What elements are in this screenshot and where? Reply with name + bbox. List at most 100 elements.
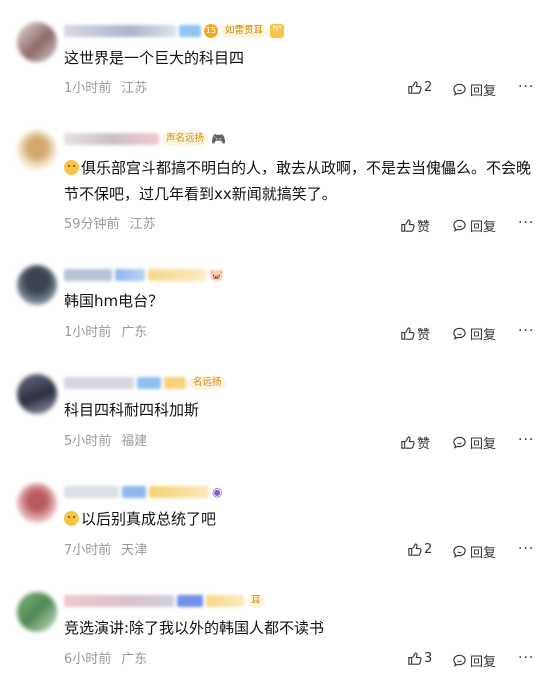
username-blurred bbox=[64, 486, 119, 498]
like-count: 3 bbox=[424, 651, 433, 666]
username-row[interactable]: 名远扬 bbox=[64, 374, 226, 392]
smile-emoji-icon bbox=[64, 511, 79, 526]
reply-label: 回复 bbox=[470, 546, 497, 561]
reply-button[interactable]: 回复 bbox=[452, 542, 496, 561]
like-count: 2 bbox=[424, 542, 433, 557]
username-blurred bbox=[64, 133, 159, 145]
honor-badge-blurred bbox=[149, 486, 209, 498]
reply-label: 回复 bbox=[470, 655, 497, 670]
more-options-button[interactable]: ··· bbox=[518, 541, 534, 557]
comment-text: 科目四科耐四科加斯 bbox=[64, 401, 200, 419]
username-row[interactable]: 耳 bbox=[64, 592, 265, 610]
like-button[interactable]: 2 bbox=[407, 542, 432, 557]
like-label: 赞 bbox=[417, 328, 431, 343]
username-row[interactable]: 🐷 bbox=[64, 266, 224, 284]
avatar[interactable] bbox=[17, 483, 57, 523]
username-blurred bbox=[64, 25, 176, 37]
reply-label: 回复 bbox=[470, 84, 497, 99]
ip-location: 广东 bbox=[121, 325, 148, 340]
timestamp: 5小时前 bbox=[64, 434, 112, 449]
comment-meta: 5小时前 福建 bbox=[64, 433, 147, 451]
like-button[interactable]: 3 bbox=[407, 651, 432, 666]
fan-badge-blurred bbox=[115, 269, 145, 281]
like-button[interactable]: 赞 bbox=[400, 433, 430, 452]
medal-icon: ◉ bbox=[212, 485, 223, 499]
avatar[interactable] bbox=[17, 22, 57, 62]
like-count: 2 bbox=[424, 80, 433, 95]
honor-badge: 如雷贯耳 bbox=[221, 24, 268, 38]
reply-bubble-icon bbox=[453, 654, 466, 667]
thumbs-up-icon bbox=[401, 327, 415, 340]
reply-bubble-icon bbox=[453, 83, 466, 96]
username-row[interactable]: 15 如雷贯耳 ♈ bbox=[64, 22, 285, 40]
more-options-button[interactable]: ··· bbox=[518, 323, 534, 339]
thumbs-up-icon bbox=[408, 652, 422, 665]
thumbs-up-icon bbox=[408, 543, 422, 556]
comment-meta: 7小时前 天津 bbox=[64, 542, 147, 560]
thumbs-up-icon bbox=[408, 81, 422, 94]
reply-button[interactable]: 回复 bbox=[452, 324, 496, 343]
honor-badge: 声名远扬 bbox=[162, 132, 209, 146]
timestamp: 6小时前 bbox=[64, 652, 112, 667]
comment-meta: 1小时前 广东 bbox=[64, 324, 147, 342]
reply-bubble-icon bbox=[453, 436, 466, 449]
reply-button[interactable]: 回复 bbox=[452, 433, 496, 452]
comment-text: 竞选演讲:除了我以外的韩国人都不读书 bbox=[64, 619, 325, 637]
ip-location: 江苏 bbox=[129, 217, 156, 232]
honor-badge-blurred bbox=[148, 269, 206, 281]
username-row[interactable]: 声名远扬 🎮 bbox=[64, 130, 226, 148]
ip-location: 广东 bbox=[121, 652, 148, 667]
fan-badge-blurred bbox=[122, 486, 146, 498]
avatar[interactable] bbox=[17, 374, 57, 414]
reply-button[interactable]: 回复 bbox=[452, 651, 496, 670]
like-label: 赞 bbox=[417, 437, 431, 452]
more-options-button[interactable]: ··· bbox=[518, 650, 534, 666]
avatar[interactable] bbox=[17, 592, 57, 632]
comment-meta: 6小时前 广东 bbox=[64, 651, 147, 669]
reply-button[interactable]: 回复 bbox=[452, 216, 496, 235]
comment-text: 韩国hm电台？ bbox=[64, 292, 164, 310]
comment-meta: 1小时前 江苏 bbox=[64, 80, 147, 98]
username-blurred bbox=[64, 595, 174, 607]
ip-location: 江苏 bbox=[121, 81, 148, 96]
more-options-button[interactable]: ··· bbox=[518, 215, 534, 231]
timestamp: 59分钟前 bbox=[64, 217, 120, 232]
timestamp: 1小时前 bbox=[64, 325, 112, 340]
comment-meta: 59分钟前 江苏 bbox=[64, 216, 156, 234]
like-button[interactable]: 赞 bbox=[400, 324, 430, 343]
timestamp: 7小时前 bbox=[64, 543, 112, 558]
like-button[interactable]: 2 bbox=[407, 80, 432, 95]
honor-badge: 名远扬 bbox=[189, 376, 226, 390]
reply-label: 回复 bbox=[470, 220, 497, 235]
timestamp: 1小时前 bbox=[64, 81, 112, 96]
thumbs-up-icon bbox=[401, 219, 415, 232]
pig-icon: 🐷 bbox=[209, 268, 224, 282]
star-sign-icon: ♈ bbox=[270, 24, 285, 38]
fan-badge-blurred bbox=[177, 595, 203, 607]
reply-label: 回复 bbox=[470, 328, 497, 343]
fan-badge-blurred bbox=[137, 377, 161, 389]
comment-text: 这世界是一个巨大的科目四 bbox=[64, 49, 245, 67]
thinking-emoji-icon bbox=[64, 160, 79, 175]
level-badge: 15 bbox=[204, 24, 218, 38]
reply-button[interactable]: 回复 bbox=[452, 80, 496, 99]
comment-text: 俱乐部宫斗都搞不明白的人，敢去从政啊，不是去当傀儡么。不会晚节不保吧，过几年看到… bbox=[64, 159, 532, 203]
avatar[interactable] bbox=[17, 265, 57, 305]
thumbs-up-icon bbox=[401, 436, 415, 449]
more-options-button[interactable]: ··· bbox=[518, 432, 534, 448]
comment-text: 以后别真成总统了吧 bbox=[64, 506, 534, 532]
avatar[interactable] bbox=[17, 130, 57, 170]
reply-bubble-icon bbox=[453, 219, 466, 232]
gamepad-icon: 🎮 bbox=[211, 132, 226, 146]
more-options-button[interactable]: ··· bbox=[518, 79, 534, 95]
like-button[interactable]: 赞 bbox=[400, 216, 430, 235]
reply-label: 回复 bbox=[470, 437, 497, 452]
badge-blurred bbox=[164, 377, 186, 389]
ip-location: 天津 bbox=[121, 543, 148, 558]
honor-badge-blurred bbox=[206, 595, 244, 607]
username-blurred bbox=[64, 377, 134, 389]
fan-badge-blurred bbox=[179, 25, 201, 37]
username-blurred bbox=[64, 269, 112, 281]
like-label: 赞 bbox=[417, 220, 431, 235]
username-row[interactable]: ◉ bbox=[64, 483, 222, 501]
